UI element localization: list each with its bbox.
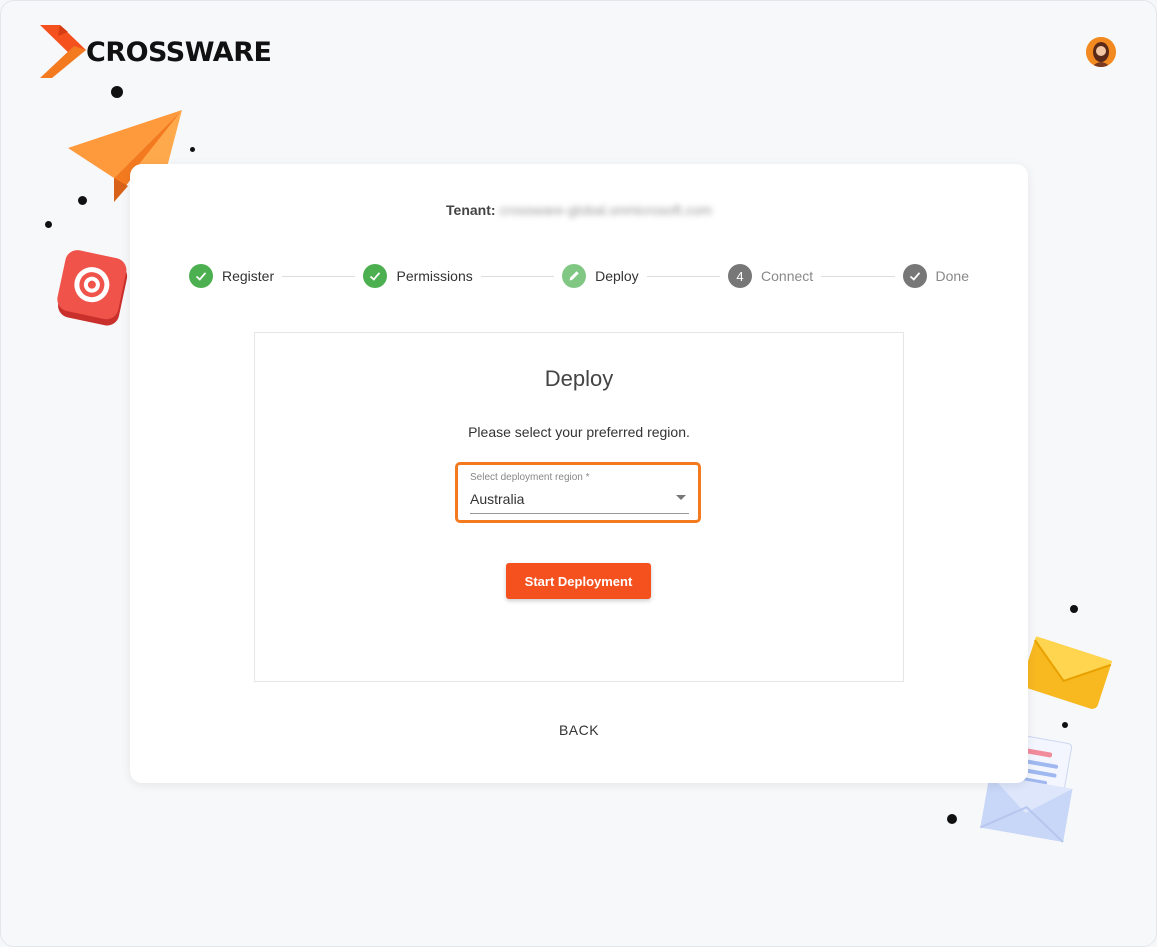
crossware-logo[interactable]: CROSSWARE <box>38 22 272 80</box>
decor-dot <box>1070 605 1078 613</box>
step-permissions[interactable]: Permissions <box>363 264 473 288</box>
decor-dot <box>111 86 123 98</box>
select-underline <box>470 513 689 514</box>
step-number: 4 <box>728 264 753 288</box>
deploy-title: Deploy <box>544 366 614 391</box>
tenant-info: Tenant: crossware-global.onmicrosoft.com <box>130 202 1028 218</box>
step-connector <box>282 275 356 277</box>
check-icon <box>363 264 388 288</box>
at-sign-icon <box>57 250 128 326</box>
region-select-label: Select deployment region * <box>470 472 590 483</box>
user-avatar[interactable] <box>1086 37 1116 67</box>
step-done[interactable]: Done <box>902 264 969 288</box>
step-label: Done <box>935 268 969 284</box>
pencil-icon <box>562 264 587 288</box>
back-button[interactable]: BACK <box>130 722 1028 738</box>
decor-dot <box>947 814 957 824</box>
decor-dot <box>45 221 52 228</box>
step-register[interactable]: Register <box>189 264 274 288</box>
deploy-description: Please select your preferred region. <box>468 424 690 440</box>
envelope-icon <box>1021 636 1113 709</box>
avatar-icon <box>1086 37 1116 67</box>
step-label: Register <box>222 268 275 284</box>
start-deployment-button[interactable]: Start Deployment <box>506 563 651 599</box>
step-connector <box>480 275 555 277</box>
stepper: Register Permissions Deploy 4 Connect Do… <box>189 264 969 288</box>
decor-dot <box>1062 722 1068 728</box>
step-connect[interactable]: 4 Connect <box>728 264 813 288</box>
tenant-value: crossware-global.onmicrosoft.com <box>499 202 712 218</box>
step-connector <box>646 275 721 277</box>
region-select[interactable]: Select deployment region * Australia <box>455 462 701 523</box>
deployment-card: Tenant: crossware-global.onmicrosoft.com … <box>130 164 1028 783</box>
x-logo-icon <box>40 25 86 78</box>
region-select-value[interactable]: Australia <box>470 491 524 507</box>
tenant-label: Tenant: <box>446 202 496 218</box>
step-label: Permissions <box>396 268 473 284</box>
brand-name: CROSSWARE <box>86 36 272 68</box>
check-icon <box>189 264 213 288</box>
chevron-down-icon[interactable] <box>676 495 686 500</box>
decor-dot <box>190 147 195 152</box>
check-icon <box>902 264 927 288</box>
step-connector <box>821 275 895 277</box>
step-label: Deploy <box>595 268 639 284</box>
step-label: Connect <box>761 268 814 284</box>
deploy-panel: Deploy Please select your preferred regi… <box>254 332 904 682</box>
step-deploy[interactable]: Deploy <box>562 264 639 288</box>
